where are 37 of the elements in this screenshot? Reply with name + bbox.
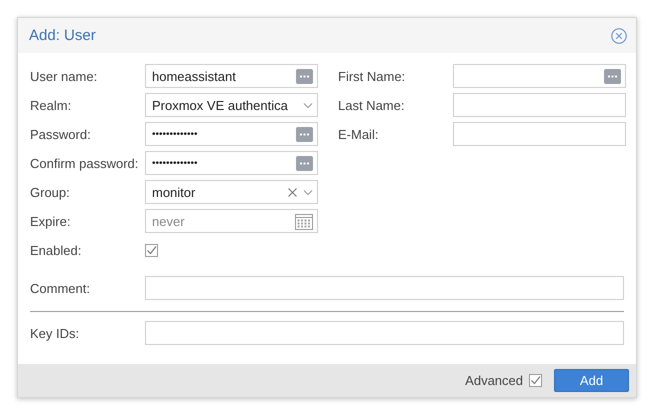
text-field[interactable] <box>453 64 626 88</box>
field-label: First Name: <box>338 68 406 84</box>
window-title: Add: User <box>29 27 96 44</box>
field-label: Expire: <box>30 214 72 228</box>
field-label: Realm: <box>30 98 72 112</box>
chevron-down-icon[interactable] <box>303 188 313 196</box>
advanced-label: Advanced <box>465 373 523 388</box>
field-label: Group: <box>30 184 71 200</box>
text-field[interactable] <box>453 93 626 117</box>
password-field[interactable]: ••••••••••••• <box>145 122 318 146</box>
field-label: Confirm password: <box>30 156 140 170</box>
calendar-icon[interactable] <box>295 212 313 230</box>
field-label: Password: <box>30 126 92 142</box>
ellipsis-icon[interactable] <box>604 68 621 84</box>
key-ids-field[interactable] <box>145 321 624 345</box>
ellipsis-icon[interactable] <box>296 156 313 170</box>
close-icon[interactable] <box>611 28 627 44</box>
add-button[interactable]: Add <box>554 369 629 392</box>
field-label: Last Name: <box>338 98 406 112</box>
text-field[interactable] <box>453 122 626 146</box>
chevron-down-icon[interactable] <box>303 102 313 108</box>
date-field[interactable]: never <box>145 209 318 233</box>
ellipsis-icon[interactable] <box>296 68 313 84</box>
ellipsis-icon[interactable] <box>296 126 313 142</box>
dropdown-field[interactable]: Proxmox VE authentica <box>145 93 318 117</box>
dropdown-field[interactable]: monitor <box>145 180 318 204</box>
field-label: Enabled: <box>30 242 82 258</box>
checkbox[interactable] <box>529 374 542 387</box>
text-field[interactable]: homeassistant <box>145 64 318 88</box>
clear-icon[interactable] <box>288 188 297 196</box>
field-label: User name: <box>30 68 98 84</box>
comment-field[interactable] <box>145 276 624 300</box>
password-field[interactable]: ••••••••••••• <box>145 151 318 175</box>
field-label: Comment: <box>30 280 91 296</box>
field-label: E-Mail: <box>338 126 380 142</box>
field-label: Key IDs: <box>30 326 80 340</box>
checkbox[interactable] <box>145 244 158 256</box>
